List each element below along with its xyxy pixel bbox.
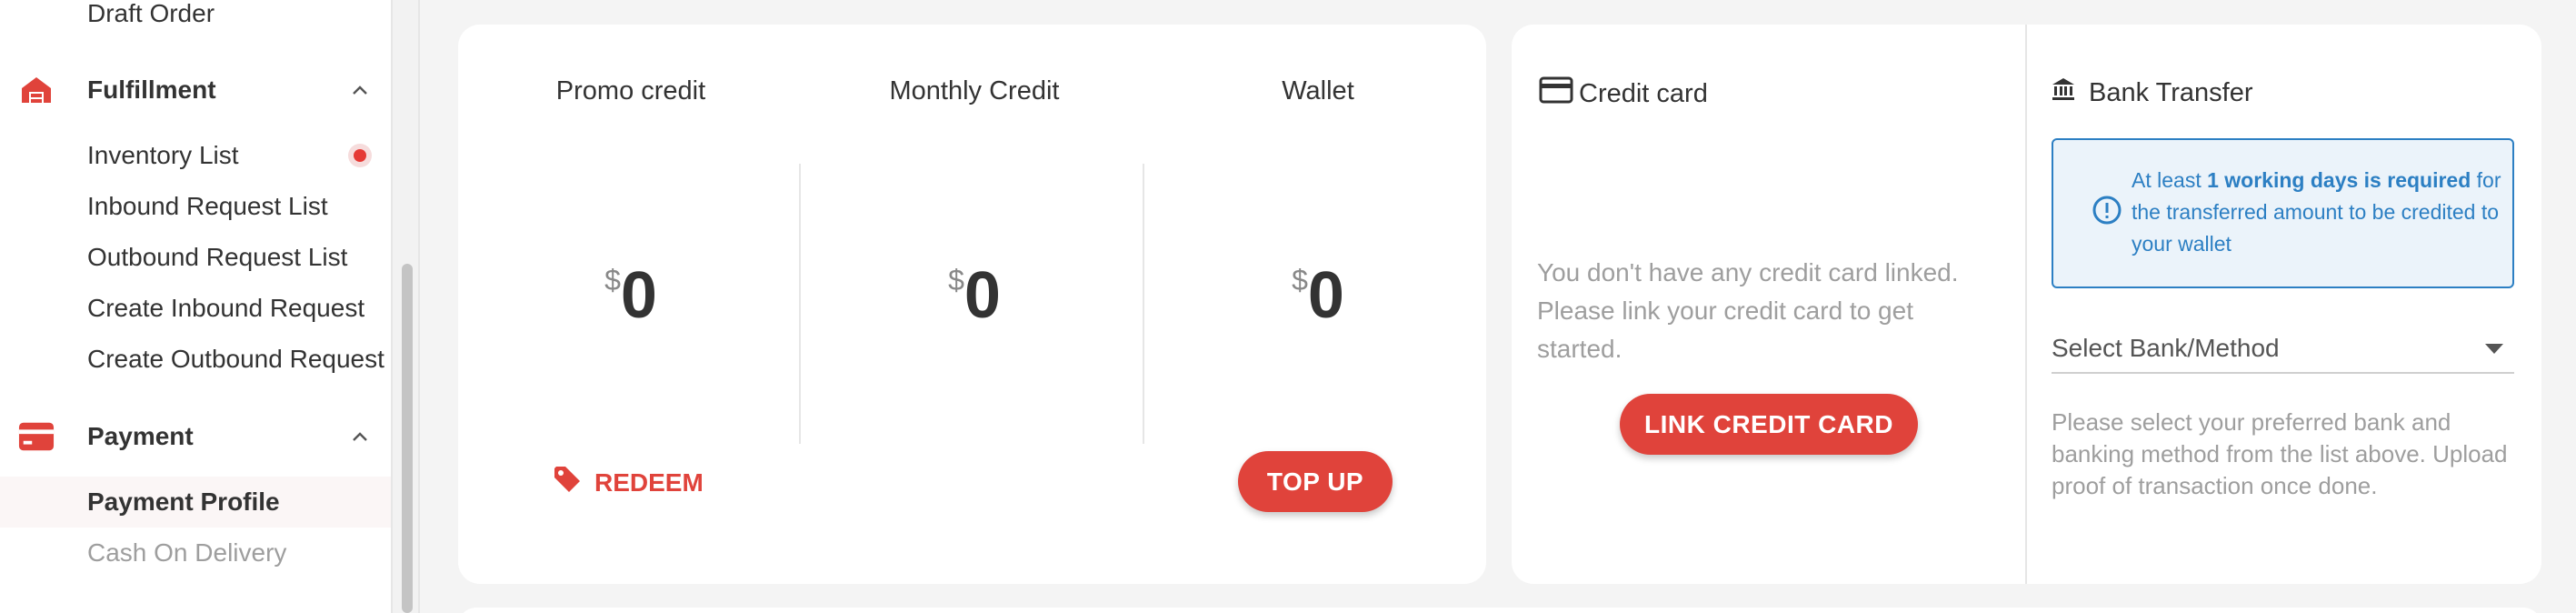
credit-card-title: Credit card — [1579, 78, 1708, 108]
redeem-button[interactable]: REDEEM — [553, 465, 704, 500]
sidebar-item-label: Cash On Delivery — [87, 538, 287, 567]
currency-symbol: $ — [948, 264, 964, 296]
sidebar-item-label: Create Outbound Request — [87, 345, 384, 373]
sidebar-item-label: Draft Order — [87, 0, 215, 27]
divider — [1143, 164, 1144, 444]
sidebar-item-label: Inventory List — [87, 141, 239, 169]
redeem-label: REDEEM — [594, 467, 704, 497]
bank-icon — [2051, 76, 2076, 109]
credit-card-icon — [1539, 76, 1573, 111]
bank-method-select[interactable]: Select Bank/Method — [2052, 330, 2514, 374]
amount-value: 0 — [1307, 259, 1344, 332]
sidebar-item-create-outbound-request[interactable]: Create Outbound Request — [0, 334, 391, 385]
info-text-bold: 1 working days is required — [2207, 168, 2471, 192]
amount-value: 0 — [964, 259, 1001, 332]
sidebar-item-payment-profile[interactable]: Payment Profile — [0, 477, 391, 528]
sidebar-section-fulfillment[interactable]: Fulfillment — [0, 63, 391, 117]
sidebar-item-inventory-list[interactable]: Inventory List — [0, 130, 391, 181]
wallet-label: Wallet — [1282, 76, 1354, 106]
scrollbar-thumb[interactable] — [402, 264, 413, 613]
link-credit-card-button[interactable]: LINK CREDIT CARD — [1620, 394, 1918, 455]
currency-symbol: $ — [1292, 264, 1308, 296]
balances-card: Promo credit Monthly Credit Wallet $0 $0… — [458, 25, 1486, 584]
sidebar-item-inbound-request-list[interactable]: Inbound Request List — [0, 181, 391, 232]
chevron-up-icon — [349, 79, 371, 101]
top-up-button[interactable]: TOP UP — [1238, 451, 1393, 512]
sidebar: Draft Order Fulfillment Inventory List I… — [0, 0, 393, 613]
credit-card-empty-message: You don't have any credit card linked. P… — [1537, 258, 1959, 363]
select-placeholder: Select Bank/Method — [2052, 334, 2280, 362]
sidebar-section-payment[interactable]: Payment — [0, 409, 391, 464]
divider — [2025, 25, 2027, 584]
promo-credit-amount: $0 — [494, 258, 767, 333]
info-text-prefix: At least — [2132, 168, 2208, 192]
dropdown-arrow-icon — [2485, 343, 2503, 359]
sidebar-item-draft-order[interactable]: Draft Order — [0, 0, 391, 39]
sidebar-item-create-inbound-request[interactable]: Create Inbound Request — [0, 283, 391, 334]
sidebar-item-cash-on-delivery[interactable]: Cash On Delivery — [0, 528, 391, 578]
next-card-edge — [458, 608, 2541, 613]
info-text: At least 1 working days is required for … — [2132, 165, 2504, 260]
payment-methods-card: Credit card You don't have any credit ca… — [1512, 25, 2541, 584]
currency-symbol: $ — [604, 264, 621, 296]
monthly-credit-label: Monthly Credit — [889, 76, 1060, 106]
divider — [799, 164, 801, 444]
sidebar-section-label: Payment — [87, 422, 194, 450]
sidebar-item-label: Inbound Request List — [87, 192, 328, 220]
sidebar-item-label: Create Inbound Request — [87, 294, 365, 322]
tag-icon — [553, 465, 582, 500]
credit-card-header: Credit card — [1539, 76, 1708, 111]
payment-card-icon — [18, 418, 55, 455]
promo-credit-label: Promo credit — [555, 76, 706, 106]
chevron-up-icon — [349, 426, 371, 447]
bank-transfer-info-alert: At least 1 working days is required for … — [2052, 138, 2514, 288]
info-icon — [2092, 195, 2122, 230]
amount-value: 0 — [620, 259, 657, 332]
wallet-amount: $0 — [1182, 258, 1454, 333]
notification-dot — [348, 144, 372, 167]
monthly-credit-amount: $0 — [838, 258, 1111, 333]
sidebar-scrollbar[interactable] — [393, 0, 420, 613]
bank-transfer-help-text: Please select your preferred bank and ba… — [2052, 408, 2508, 499]
warehouse-icon — [18, 72, 55, 108]
bank-transfer-header: Bank Transfer — [2051, 76, 2253, 109]
sidebar-item-outbound-request-list[interactable]: Outbound Request List — [0, 232, 391, 283]
bank-transfer-title: Bank Transfer — [2089, 77, 2253, 107]
sidebar-section-label: Fulfillment — [87, 75, 216, 104]
sidebar-item-label: Payment Profile — [87, 487, 280, 516]
sidebar-item-label: Outbound Request List — [87, 243, 348, 271]
